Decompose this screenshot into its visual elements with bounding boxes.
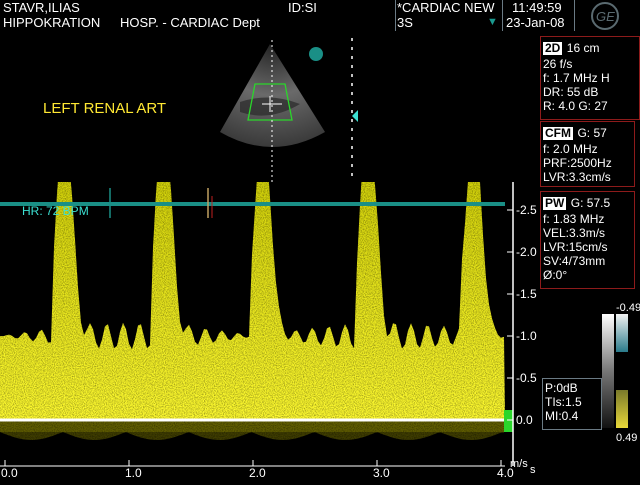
date-display: 23-Jan-08 (506, 15, 565, 30)
header-bar: STAVR,ILIAS HIPPOKRATION HOSP. - CARDIAC… (0, 0, 640, 32)
panel-cfm-title: CFM (543, 126, 573, 140)
velocity-tick-label: -1.5 (516, 287, 537, 301)
panel-cfm-row: f: 2.0 MHz (543, 142, 598, 156)
panel-pw-row: VEL:3.3m/s (543, 226, 606, 240)
patient-id: ID:SI (288, 0, 317, 15)
focus-marker-icon (352, 110, 358, 122)
panel-power-row: P:0dB (545, 381, 578, 395)
panel-pw-row: LVR:15cm/s (543, 240, 608, 254)
velocity-tick-label: -2.5 (516, 203, 537, 217)
time-display: 11:49:59 (512, 0, 562, 15)
panel-2d-row: f: 1.7 MHz H (543, 71, 610, 85)
panel-power-row: TIs:1.5 (545, 395, 582, 409)
panel-2d-row: 26 f/s (543, 57, 573, 71)
time-tick-label: 1.0 (125, 466, 142, 480)
ge-logo-icon: GE (582, 1, 628, 31)
exam-info: *CARDIAC NEW 3S ▼ (395, 0, 503, 31)
panel-pw-row: SV:4/73mm (543, 254, 606, 268)
velocity-unit: m/s (510, 458, 528, 470)
patient-info: STAVR,ILIAS HIPPOKRATION HOSP. - CARDIAC… (0, 0, 396, 31)
panel-2d-row: R: 4.0 G: 27 (543, 99, 608, 113)
panel-2d-title: 2D (543, 41, 563, 55)
heart-rate-readout: HR: 72 BPM (22, 204, 89, 218)
image-label: LEFT RENAL ART (43, 100, 167, 117)
patient-name: STAVR,ILIAS (3, 0, 80, 15)
velocity-axis: -2.5 -2.0 -1.5 -1.0 -0.5 0.0 (507, 203, 537, 427)
color-scale-top-label: -0.49 (616, 302, 640, 314)
panel-cfm-row: LVR:3.3cm/s (543, 170, 611, 184)
panel-pw-title: PW (543, 196, 567, 210)
panel-2d-depth: 16 cm (566, 41, 600, 55)
exam-name: *CARDIAC NEW (397, 0, 495, 15)
velocity-tick-label: -1.0 (516, 329, 537, 343)
color-scale-bottom-label: 0.49 (616, 432, 638, 444)
doppler-spectrum: -2.5 -2.0 -1.5 -1.0 -0.5 0.0 0.0 1.0 2.0 3.0 4.0 … (0, 123, 540, 480)
time-tick-label: 3.0 (373, 466, 390, 480)
panel-pw-gain: G: 57.5 (570, 196, 611, 210)
gray-scale-bar (602, 314, 614, 428)
panel-pw: PW G: 57.5 f: 1.83 MHz VEL:3.3m/s LVR:15… (540, 191, 635, 289)
velocity-tick-label: -0.5 (516, 371, 537, 385)
time-tick-label: 0.0 (1, 466, 18, 480)
orientation-marker-icon (309, 47, 323, 61)
panel-2d: 2D 16 cm 26 f/s f: 1.7 MHz H DR: 55 dB R… (540, 36, 640, 120)
panel-cfm-gain: G: 57 (577, 126, 607, 140)
panel-power: P:0dB TIs:1.5 MI:0.4 (542, 378, 602, 430)
department-name: HOSP. - CARDIAC Dept (120, 15, 260, 30)
panel-pw-row: f: 1.83 MHz (543, 212, 605, 226)
color-scale-bar (616, 314, 628, 428)
panel-cfm-row: PRF:2500Hz (543, 156, 612, 170)
baseline-marker[interactable] (504, 410, 513, 432)
probe-dropdown-icon[interactable]: ▼ (487, 16, 498, 28)
velocity-tick-label: 0.0 (516, 413, 533, 427)
datetime: 11:49:59 23-Jan-08 (502, 0, 575, 31)
probe-name: 3S (397, 15, 413, 30)
bmode-image-area: LEFT RENAL ART (0, 32, 540, 182)
panel-power-row: MI:0.4 (545, 409, 579, 423)
panel-cfm: CFM G: 57 f: 2.0 MHz PRF:2500Hz LVR:3.3c… (540, 121, 635, 187)
panel-2d-row: DR: 55 dB (543, 85, 599, 99)
hospital-name: HIPPOKRATION (3, 15, 101, 30)
time-unit: s (530, 464, 536, 476)
svg-text:GE: GE (596, 9, 615, 24)
velocity-tick-label: -2.0 (516, 245, 537, 259)
time-tick-label: 2.0 (249, 466, 266, 480)
panel-pw-row: Ø:0° (543, 268, 568, 282)
